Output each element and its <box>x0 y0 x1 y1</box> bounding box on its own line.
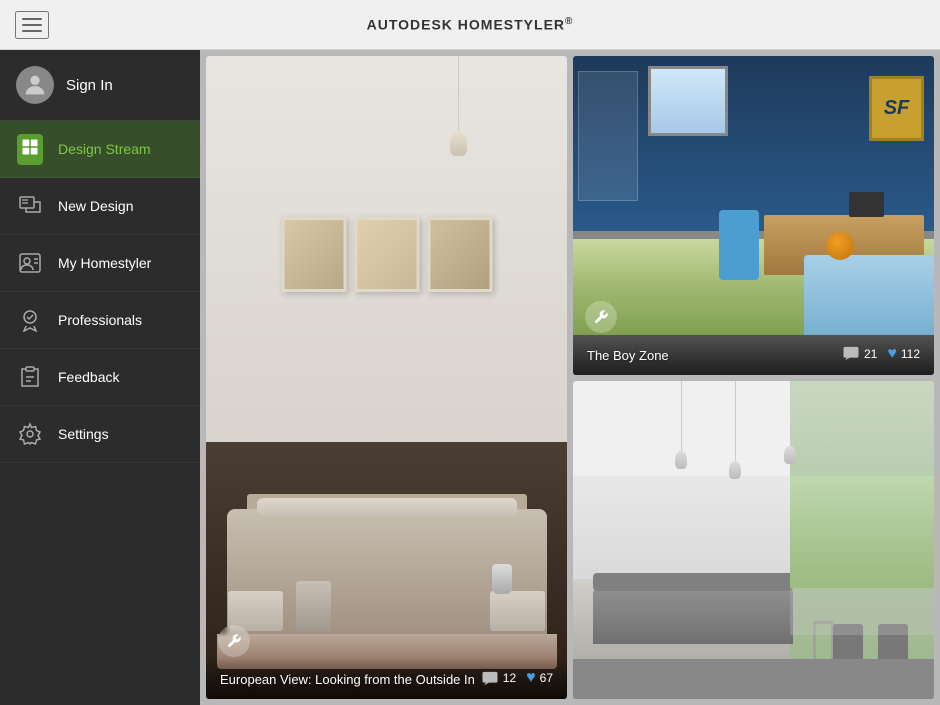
new-design-icon <box>16 192 44 220</box>
card-modern[interactable] <box>573 381 934 700</box>
sidebar-item-feedback[interactable]: Feedback <box>0 349 200 406</box>
comment-count-boyzone: 21 <box>864 347 877 361</box>
feedback-icon <box>16 363 44 391</box>
card-main[interactable]: European View: Looking from the Outside … <box>206 56 567 699</box>
card-boyzone-title: The Boy Zone <box>587 348 669 363</box>
grid-icon <box>21 138 39 156</box>
gear-icon <box>18 422 42 446</box>
my-homestyler-icon <box>16 249 44 277</box>
like-stat-boyzone: ♥ 112 <box>887 345 920 363</box>
modern-content <box>573 381 934 700</box>
chair-left <box>296 581 331 631</box>
top-bar: AUTODESK HOMESTYLER® <box>0 0 940 50</box>
bz-bookshelf <box>578 71 638 201</box>
bz-window <box>648 66 728 136</box>
comment-icon-boyzone <box>842 346 860 361</box>
professionals-label: Professionals <box>58 312 142 328</box>
sign-in-label: Sign In <box>66 77 113 94</box>
card-main-title: European View: Looking from the Outside … <box>220 672 475 687</box>
ml-sofa <box>593 589 793 644</box>
new-design-label: New Design <box>58 198 133 214</box>
card-boyzone-stats: 21 ♥ 112 <box>842 345 920 363</box>
hamburger-line-3 <box>22 30 42 32</box>
clipboard-icon <box>18 365 42 389</box>
ml-pendant2 <box>735 381 736 461</box>
hamburger-line-1 <box>22 18 42 20</box>
ml-pendant1 <box>681 381 682 451</box>
bz-chair <box>719 210 759 280</box>
comment-count-main: 12 <box>503 671 516 685</box>
boyzone-content: SF <box>573 56 934 375</box>
artwork-1 <box>281 217 346 292</box>
artwork-row <box>281 217 492 292</box>
hamburger-line-2 <box>22 24 42 26</box>
my-homestyler-label: My Homestyler <box>58 255 151 271</box>
app-title-regular: AUTODESK <box>367 17 458 33</box>
card-main-stats: 12 ♥ 67 <box>481 669 553 687</box>
user-icon <box>21 71 49 99</box>
ml-light3 <box>784 446 796 464</box>
design-stream-label: Design Stream <box>58 141 151 157</box>
like-stat-main: ♥ 67 <box>526 669 553 687</box>
artwork-2 <box>354 217 419 292</box>
sf-giants-logo: SF <box>869 76 924 141</box>
ml-light1 <box>675 451 687 469</box>
design-stream-icon-wrapper <box>16 135 44 163</box>
settings-icon <box>16 420 44 448</box>
card-boyzone[interactable]: SF The Boy Zone <box>573 56 934 375</box>
card-overlay-main: European View: Looking from the Outside … <box>206 657 567 699</box>
side-table-right <box>490 591 545 631</box>
sidebar-item-design-stream[interactable]: Design Stream <box>0 121 200 178</box>
pendant-light <box>458 56 459 136</box>
comment-icon-main <box>481 671 499 686</box>
feedback-label: Feedback <box>58 369 119 385</box>
sidebar-item-my-homestyler[interactable]: My Homestyler <box>0 235 200 292</box>
like-count-boyzone: 112 <box>901 347 920 361</box>
main-area: Sign In Design Stream <box>0 50 940 705</box>
pencil-icon <box>18 194 42 218</box>
bz-monitor <box>849 192 884 217</box>
ml-glass-reflection <box>790 476 934 635</box>
tool-badge-boyzone <box>585 301 617 333</box>
ml-base <box>573 659 934 699</box>
artwork-3 <box>427 217 492 292</box>
heart-icon-main: ♥ <box>526 669 536 687</box>
award-icon <box>18 308 42 332</box>
tool-badge-main <box>218 625 250 657</box>
ml-sofa-back <box>593 573 793 591</box>
trademark: ® <box>565 16 573 27</box>
content-area: European View: Looking from the Outside … <box>200 50 940 705</box>
sign-in-item[interactable]: Sign In <box>0 50 200 121</box>
app-title-bold: HOMESTYLER <box>458 17 565 33</box>
menu-button[interactable] <box>15 11 49 39</box>
ml-pendant3 <box>790 381 791 446</box>
wrench-icon-2 <box>593 309 609 325</box>
user-avatar <box>16 66 54 104</box>
bz-basketball <box>826 232 854 260</box>
design-stream-icon-bg <box>17 134 43 165</box>
sidebar-item-professionals[interactable]: Professionals <box>0 292 200 349</box>
comment-stat-boyzone: 21 <box>842 346 877 361</box>
sidebar: Sign In Design Stream <box>0 50 200 705</box>
sidebar-item-new-design[interactable]: New Design <box>0 178 200 235</box>
person-badge-icon <box>18 251 42 275</box>
app-title: AUTODESK HOMESTYLER® <box>367 16 574 33</box>
heart-icon-boyzone: ♥ <box>887 345 897 363</box>
professionals-icon <box>16 306 44 334</box>
comment-stat-main: 12 <box>481 671 516 686</box>
pendant-bulb <box>450 131 467 156</box>
like-count-main: 67 <box>540 671 553 685</box>
bz-bed <box>804 255 934 335</box>
card-overlay-boyzone: The Boy Zone 21 ♥ 112 <box>573 333 934 375</box>
wrench-icon <box>226 633 242 649</box>
bed-pillows <box>257 498 517 516</box>
bedroom-scene <box>206 56 567 699</box>
settings-label: Settings <box>58 426 109 442</box>
sidebar-item-settings[interactable]: Settings <box>0 406 200 463</box>
vase <box>492 564 512 594</box>
